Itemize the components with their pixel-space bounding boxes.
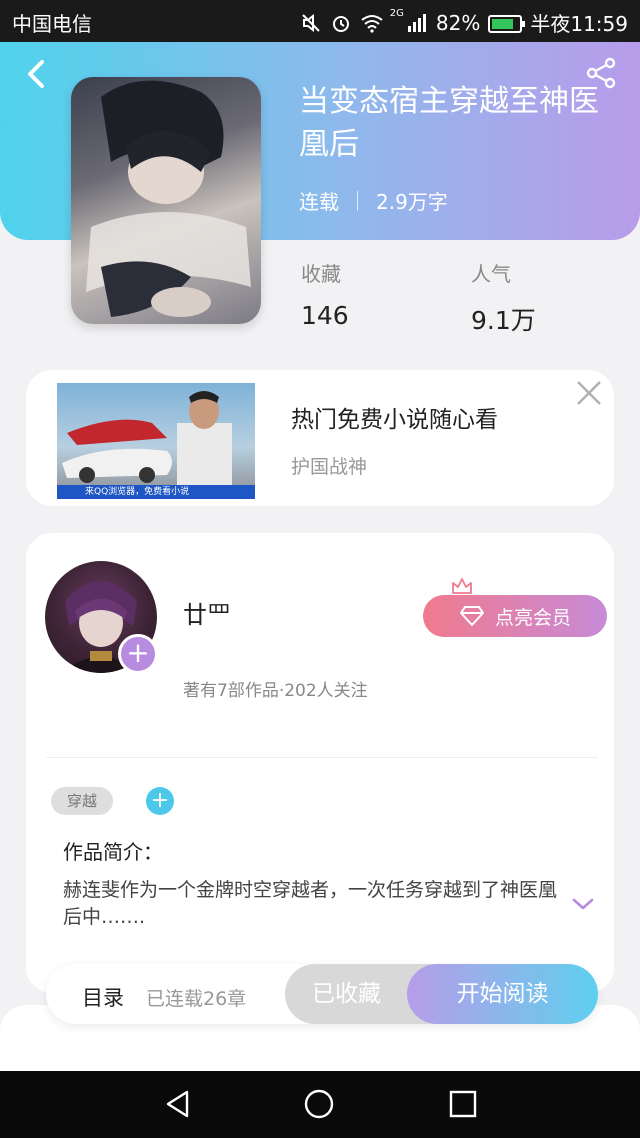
start-reading-button[interactable]: 开始阅读 (407, 964, 598, 1024)
expand-intro-button[interactable] (571, 895, 595, 913)
bottom-action-bar: 目录 已连载26章 已收藏 开始阅读 (46, 964, 598, 1024)
ad-subtitle: 护国战神 (291, 456, 368, 478)
toc-button[interactable]: 目录 (82, 982, 124, 1012)
ad-image[interactable]: 来QQ浏览器，免费看小说 (57, 383, 255, 499)
home-nav-icon[interactable] (304, 1089, 334, 1119)
follow-author-button[interactable]: + (118, 634, 158, 674)
chevron-left-icon (28, 60, 44, 88)
stat-label: 收藏 (301, 262, 341, 286)
vip-button[interactable]: 点亮会员 (423, 595, 607, 637)
ad-title[interactable]: 热门免费小说随心看 (291, 400, 498, 434)
recents-nav-icon[interactable] (448, 1089, 478, 1119)
ad-image-caption: 来QQ浏览器，免费看小说 (85, 487, 190, 497)
stat-value: 9.1万 (471, 306, 536, 335)
system-nav-bar (0, 1071, 640, 1138)
stat-label: 人气 (471, 262, 511, 286)
signal-icon (406, 12, 428, 34)
book-title: 当变态宿主穿越至神医凰后 (299, 84, 599, 162)
mute-icon (300, 12, 322, 34)
clock: 半夜11:59 (530, 12, 628, 36)
close-icon (577, 381, 601, 405)
book-meta: 连载 2.9万字 (299, 186, 448, 215)
genre-tag[interactable]: 穿越 (51, 787, 113, 815)
network-type: 2G (389, 8, 404, 19)
meta-divider (357, 190, 358, 211)
word-count: 2.9万字 (376, 190, 448, 214)
chevron-down-icon (572, 898, 594, 910)
book-cover[interactable] (71, 77, 261, 324)
alarm-icon (330, 12, 352, 34)
author-name[interactable]: 廿罒 (183, 595, 231, 630)
stat-value: 146 (301, 301, 349, 330)
diamond-icon (459, 606, 484, 626)
divider (46, 757, 598, 758)
wifi-icon (360, 12, 383, 34)
crown-icon (451, 577, 473, 595)
battery-icon (488, 14, 526, 33)
ad-card[interactable]: 来QQ浏览器，免费看小说 热门免费小说随心看 护国战神 (26, 370, 614, 506)
battery-percent: 82% (435, 10, 481, 35)
carrier-name: 中国电信 (12, 12, 92, 36)
status-bar: 中国电信 2G 82% 半夜11:59 (0, 0, 640, 42)
battery-level (492, 18, 514, 29)
add-tag-button[interactable]: + (146, 787, 174, 815)
intro-label: 作品简介： (63, 840, 163, 864)
stat-popularity: 人气 9.1万 (471, 258, 536, 337)
serial-status: 连载 (299, 190, 339, 214)
back-nav-icon[interactable] (163, 1089, 193, 1119)
chapter-count: 已连载26章 (146, 988, 247, 1010)
back-button[interactable] (18, 56, 54, 92)
stat-favorites: 收藏 146 (301, 258, 349, 330)
intro-text: 赫连斐作为一个金牌时空穿越者，一次任务穿越到了神医凰后中……. (63, 879, 558, 928)
author-card: + 廿罒 著有7部作品·202人关注 点亮会员 穿越 + 作品简介： 赫连斐作为… (26, 533, 614, 993)
vip-label: 点亮会员 (494, 606, 571, 629)
ad-close-button[interactable] (576, 380, 602, 406)
author-works: 著有7部作品·202人关注 (183, 681, 368, 701)
status-icons: 2G 82% 半夜11:59 (300, 8, 628, 37)
